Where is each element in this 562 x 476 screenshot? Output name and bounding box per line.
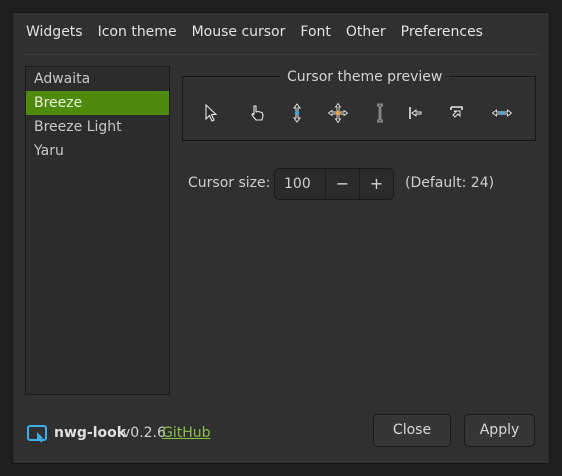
- theme-item-breeze-light[interactable]: Breeze Light: [26, 115, 169, 139]
- cursor-preview-icons: [183, 98, 535, 128]
- cursor-size-input[interactable]: 100: [284, 176, 319, 192]
- vertical-resize-cursor-icon: [286, 102, 308, 124]
- tab-divider: [23, 54, 539, 55]
- tab-widgets[interactable]: Widgets: [26, 24, 83, 40]
- github-link[interactable]: GitHub: [162, 425, 211, 441]
- cursor-size-spinbutton: 100 − +: [274, 168, 394, 200]
- tab-mouse-cursor[interactable]: Mouse cursor: [192, 24, 286, 40]
- apply-button[interactable]: Apply: [464, 414, 535, 447]
- default-arrow-cursor-icon: [199, 102, 221, 124]
- app-logo-icon: [26, 423, 48, 445]
- main-window: Widgets Icon theme Mouse cursor Font Oth…: [12, 12, 550, 464]
- hand-pointer-cursor-icon: [246, 102, 268, 124]
- preview-title: Cursor theme preview: [280, 68, 450, 86]
- text-beam-cursor-icon: [369, 102, 391, 124]
- tab-bar: Widgets Icon theme Mouse cursor Font Oth…: [13, 13, 549, 51]
- tab-other[interactable]: Other: [346, 24, 386, 40]
- cursor-theme-list[interactable]: Adwaita Breeze Breeze Light Yaru: [25, 66, 170, 395]
- theme-item-yaru[interactable]: Yaru: [26, 139, 169, 163]
- cursor-size-label: Cursor size:: [188, 175, 271, 191]
- left-side-cursor-icon: [405, 102, 427, 124]
- increment-button[interactable]: +: [359, 169, 393, 199]
- horizontal-resize-cursor-icon: [491, 102, 513, 124]
- move-cursor-icon: [327, 102, 349, 124]
- theme-item-adwaita[interactable]: Adwaita: [26, 67, 169, 91]
- cursor-preview-frame: Cursor theme preview: [182, 68, 536, 141]
- tab-font[interactable]: Font: [300, 24, 330, 40]
- cursor-size-row: Cursor size: 100 − + (Default: 24): [188, 168, 548, 200]
- cursor-size-default: (Default: 24): [405, 175, 495, 191]
- tab-preferences[interactable]: Preferences: [401, 24, 483, 40]
- theme-item-breeze[interactable]: Breeze: [26, 91, 169, 115]
- decrement-button[interactable]: −: [325, 169, 359, 199]
- app-version: v0.2.6: [122, 425, 166, 441]
- corner-cursor-icon: [446, 102, 468, 124]
- close-button[interactable]: Close: [373, 414, 451, 447]
- tab-icon-theme[interactable]: Icon theme: [98, 24, 177, 40]
- app-name: nwg-look: [54, 425, 127, 441]
